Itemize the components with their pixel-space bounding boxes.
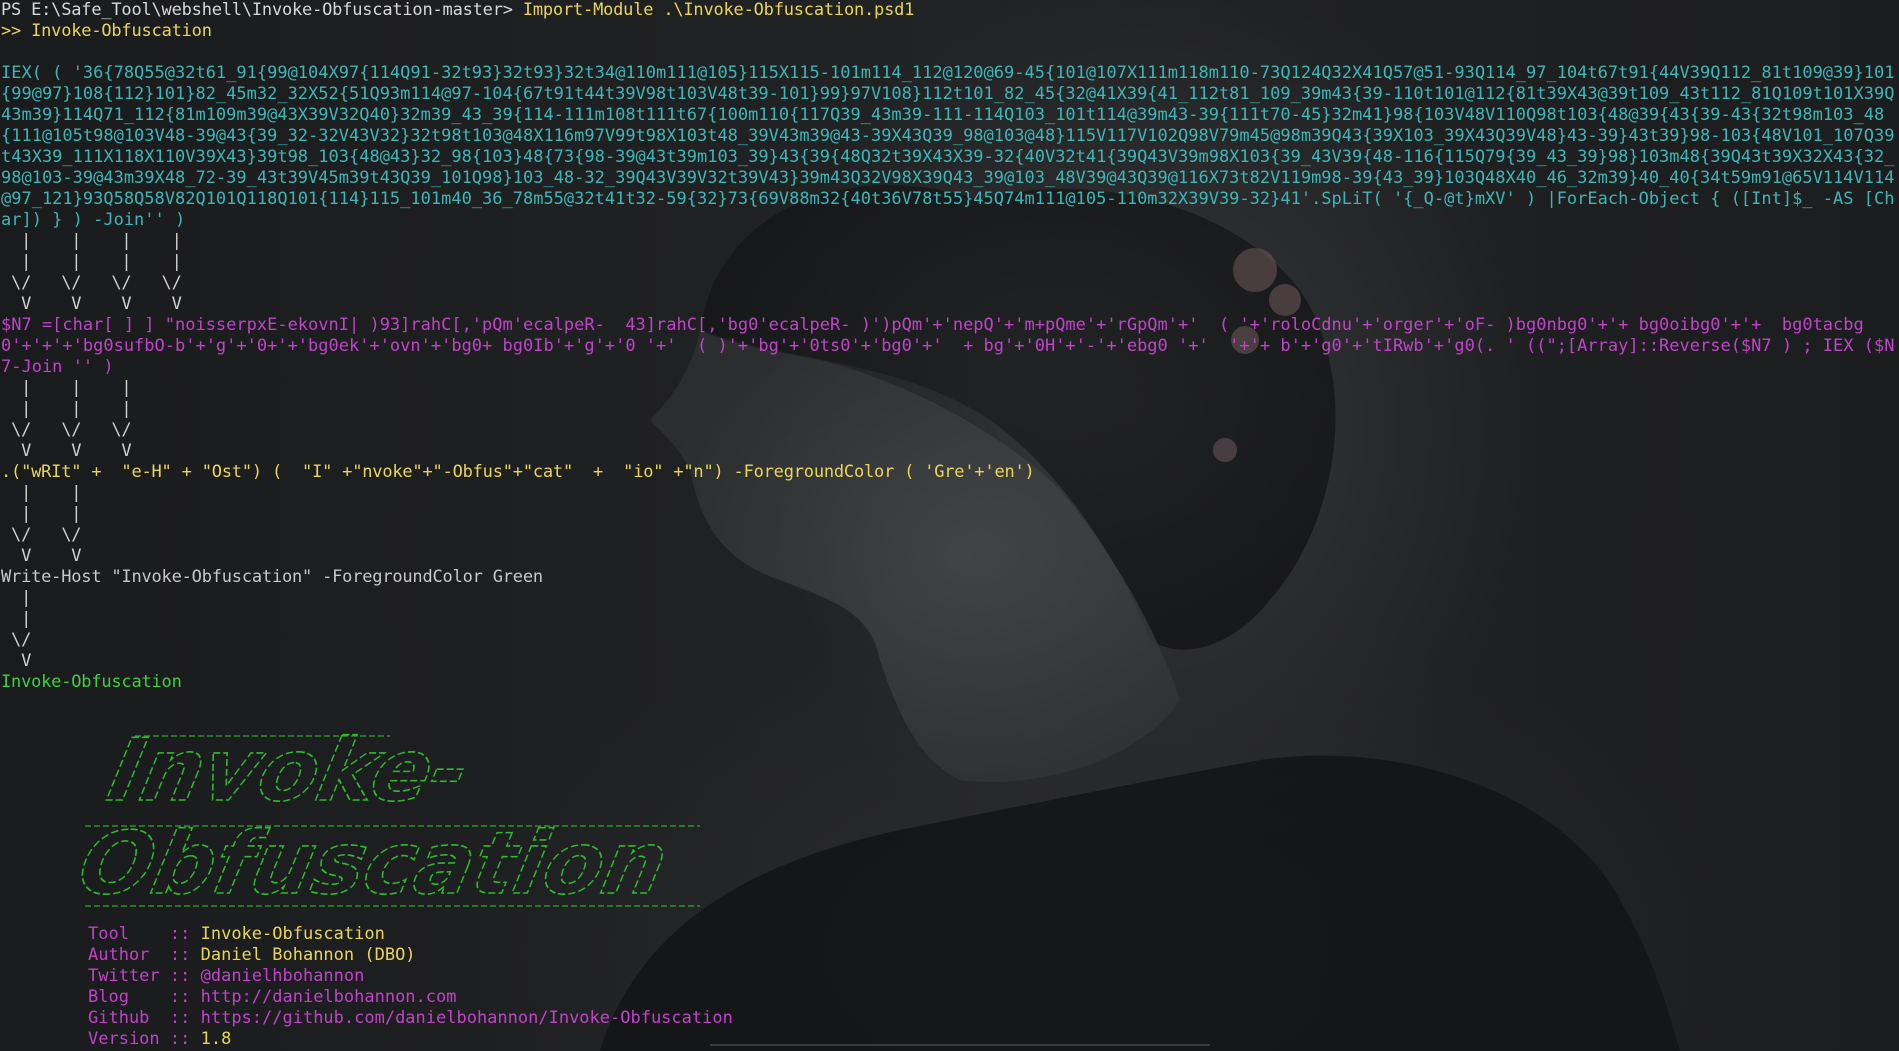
continuation-command: Invoke-Obfuscation bbox=[31, 21, 212, 41]
obfuscated-layer-2: $N7 =[char[ ] ] "noisserpxE-ekovnI| )93]… bbox=[1, 315, 1895, 377]
info-row-author: Author :: Daniel Bohannon (DBO) bbox=[88, 945, 416, 966]
banner-title-line-2: Obfuscation bbox=[80, 813, 676, 908]
arrow-group-2-heads-top: \/ \/ \/ bbox=[1, 420, 132, 440]
info-value: @danielhbohannon bbox=[200, 966, 365, 986]
info-key: Twitter bbox=[88, 966, 170, 986]
obfuscated-layer-1: IEX( ( '36{78Q55@32t61_91{99@104X97{114Q… bbox=[1, 63, 1895, 230]
plain-write-host-command: Write-Host "Invoke-Obfuscation" -Foregro… bbox=[1, 567, 543, 587]
info-value: http://danielbohannon.com bbox=[200, 987, 457, 1007]
info-value: Invoke-Obfuscation bbox=[200, 924, 385, 944]
info-separator: :: bbox=[169, 987, 201, 1007]
continuation-prompt: >> bbox=[1, 21, 32, 41]
arrow-group-1-pipes: | | | | bbox=[1, 252, 182, 272]
info-separator: :: bbox=[169, 924, 201, 944]
result-output: Invoke-Obfuscation bbox=[1, 672, 182, 692]
arrow-group-1: | | | | bbox=[1, 231, 182, 252]
arrow-group-4-heads-top: \/ bbox=[1, 630, 32, 650]
arrow-group-3-pipes-2: | | bbox=[1, 504, 82, 524]
arrow-group-3-heads-top: \/ \/ bbox=[1, 525, 82, 545]
info-key: Tool bbox=[88, 924, 170, 944]
info-row-github: Github :: https://github.com/danielbohan… bbox=[88, 1008, 733, 1029]
info-separator: :: bbox=[169, 945, 201, 965]
info-value: Daniel Bohannon (DBO) bbox=[200, 945, 416, 965]
prompt-line: PS E:\Safe_Tool\webshell\Invoke-Obfuscat… bbox=[1, 0, 914, 21]
arrow-group-3-heads-bottom: V V bbox=[1, 546, 82, 566]
arrow-group-3-pipes: | | bbox=[1, 483, 82, 503]
powershell-terminal[interactable]: PS E:\Safe_Tool\webshell\Invoke-Obfuscat… bbox=[0, 0, 1899, 1051]
arrow-pipes-row-1: | | | | bbox=[1, 231, 182, 251]
info-row-version: Version :: 1.8 bbox=[88, 1029, 231, 1050]
info-key: Blog bbox=[88, 987, 170, 1007]
banner-title-line-1: Invoke- bbox=[100, 728, 478, 821]
arrow-group-1-heads-top: \/ \/ \/ \/ bbox=[1, 273, 182, 293]
info-separator: :: bbox=[169, 1008, 201, 1028]
arrow-group-1-heads-bottom: V V V V bbox=[1, 294, 182, 314]
import-command: Import-Module .\Invoke-Obfuscation.psd1 bbox=[522, 0, 915, 20]
invoke-obfuscation-banner-logo: Invoke- Obfuscation bbox=[80, 728, 700, 908]
info-key: Author bbox=[88, 945, 170, 965]
info-value: 1.8 bbox=[200, 1029, 232, 1049]
obfuscated-layer-3: .("wRIt" + "e-H" + "Ost") ( "I" +"nvoke"… bbox=[1, 462, 1035, 482]
info-row-blog: Blog :: http://danielbohannon.com bbox=[88, 987, 456, 1008]
arrow-group-2-pipes-2: | | | bbox=[1, 399, 132, 419]
info-key: Version bbox=[88, 1029, 170, 1049]
arrow-group-2-pipes: | | | bbox=[1, 378, 132, 398]
arrow-group-2-heads-bottom: V V V bbox=[1, 441, 132, 461]
info-separator: :: bbox=[169, 966, 201, 986]
arrow-group-4-pipes-2: | bbox=[1, 609, 32, 629]
arrow-group-4-pipes: | bbox=[1, 588, 32, 608]
info-key: Github bbox=[88, 1008, 170, 1028]
info-separator: :: bbox=[169, 1029, 201, 1049]
arrow-group-4-heads-bottom: V bbox=[1, 651, 32, 671]
prompt-path: PS E:\Safe_Tool\webshell\Invoke-Obfuscat… bbox=[1, 0, 523, 20]
info-row-tool: Tool :: Invoke-Obfuscation bbox=[88, 924, 385, 945]
continuation-line: >> Invoke-Obfuscation bbox=[1, 21, 212, 42]
info-value: https://github.com/danielbohannon/Invoke… bbox=[200, 1008, 733, 1028]
info-row-twitter: Twitter :: @danielhbohannon bbox=[88, 966, 364, 987]
